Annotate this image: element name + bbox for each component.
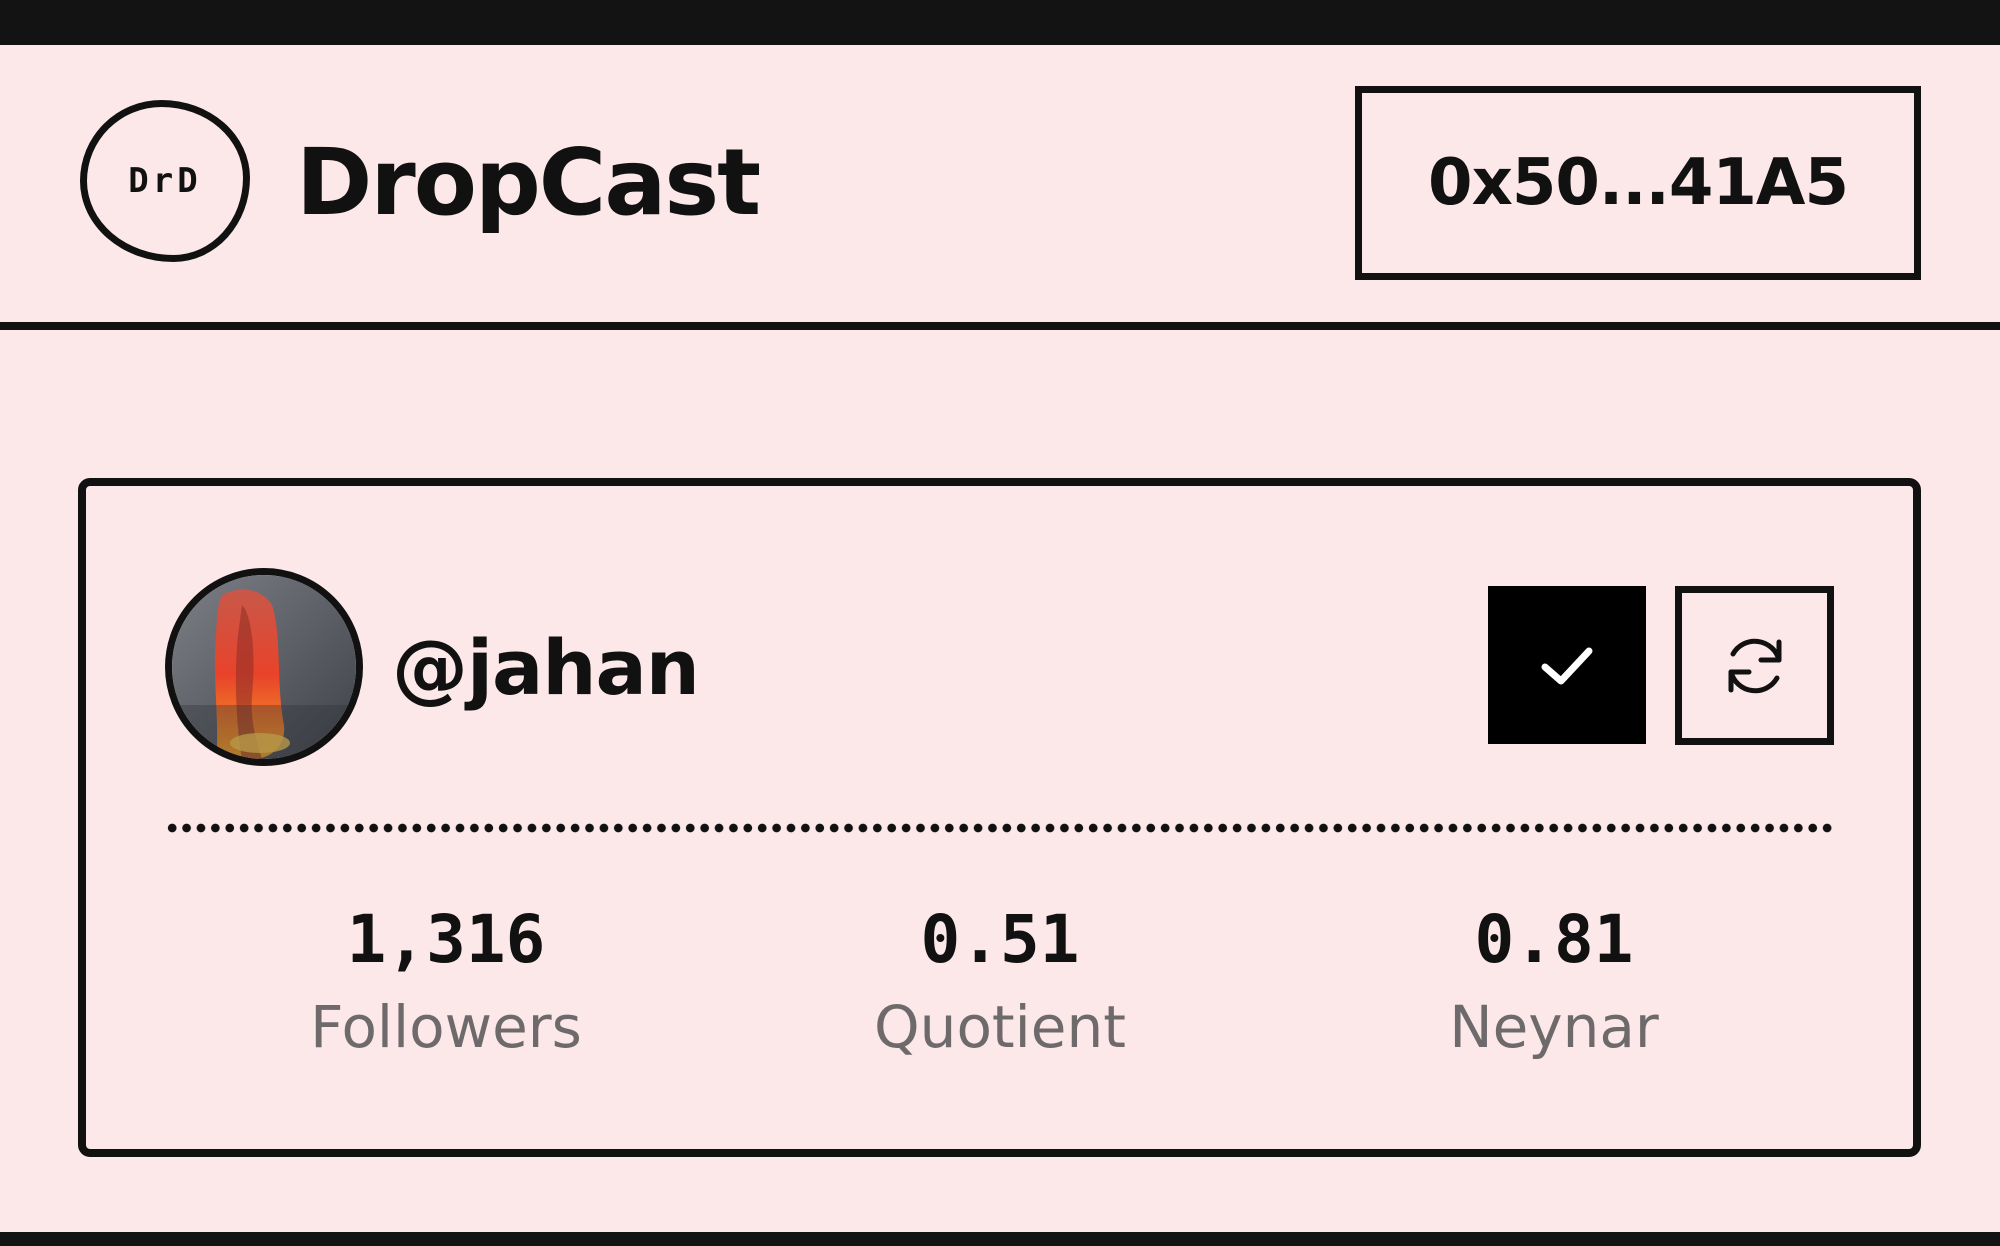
refresh-button[interactable] [1675, 586, 1834, 745]
stat-label: Quotient [874, 993, 1126, 1061]
status-bar [0, 0, 2000, 45]
stat-label: Neynar [1449, 993, 1659, 1061]
refresh-icon [1728, 638, 1781, 693]
username: @jahan [392, 623, 700, 712]
stat-label: Followers [310, 993, 582, 1061]
stat-quotient: 0.51 Quotient [800, 895, 1200, 1067]
avatar [165, 568, 363, 766]
wallet-address-button[interactable]: 0x50...41A5 [1355, 86, 1921, 280]
stat-value: 0.51 [920, 901, 1080, 978]
app-title: DropCast [296, 129, 761, 236]
stat-value: 0.81 [1474, 901, 1634, 978]
verify-button[interactable] [1488, 586, 1646, 744]
stat-neynar: 0.81 Neynar [1354, 895, 1754, 1067]
app-screen: DrD DropCast 0x50...41A5 @jahan 1,316 Fo… [0, 0, 2000, 1246]
header-divider [0, 322, 2000, 330]
check-icon [1541, 647, 1593, 685]
stat-followers: 1,316 Followers [246, 895, 646, 1067]
dotted-divider [165, 822, 1835, 834]
logo-text: DrD [128, 161, 202, 201]
stat-value: 1,316 [346, 901, 546, 978]
avatar-image [172, 575, 356, 759]
bottom-bar [0, 1232, 2000, 1246]
